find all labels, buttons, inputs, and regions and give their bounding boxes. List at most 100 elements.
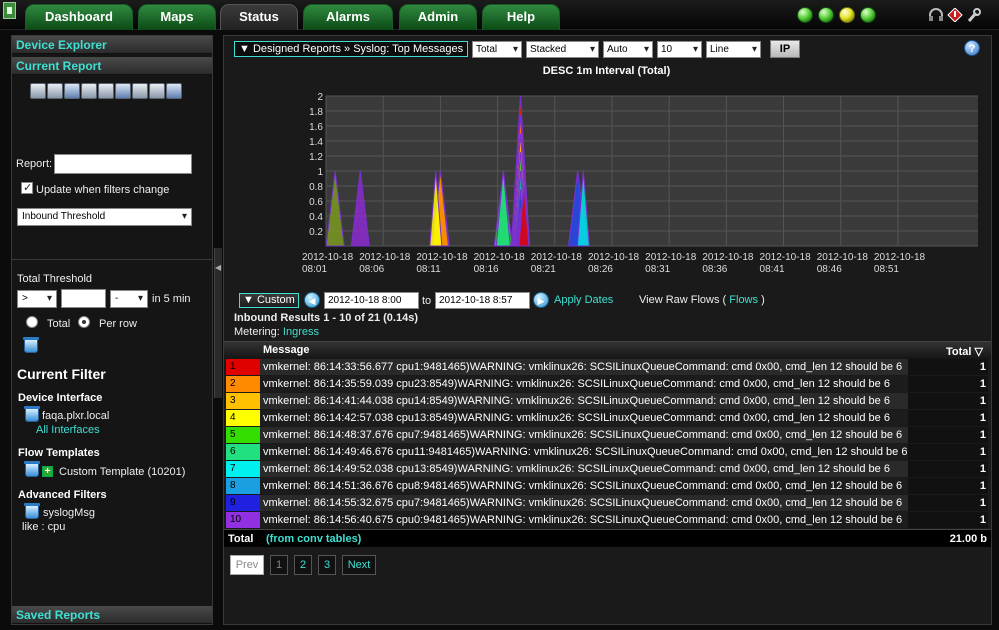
breadcrumb[interactable]: ▼ Designed Reports » Syslog: Top Message… (234, 41, 469, 57)
x-tick-label: 2012-10-18 (588, 252, 640, 263)
y-tick-label: 0.2 (309, 227, 323, 238)
trash-icon[interactable] (24, 406, 40, 422)
from-date-input[interactable] (324, 292, 419, 309)
ip-button[interactable]: IP (770, 40, 800, 58)
y-tick-label: 0.8 (309, 182, 323, 193)
table-row[interactable]: 10 vmkernel: 86:14:56:40.675 cpu0:9481465… (224, 512, 991, 529)
table-row[interactable]: 9 vmkernel: 86:14:55:32.675 cpu7:9481465)… (224, 495, 991, 512)
sidebar-collapse-handle[interactable] (214, 248, 222, 398)
pdf-icon[interactable] (166, 83, 182, 99)
table-row[interactable]: 8 vmkernel: 86:14:51:36.676 cpu8:9481465)… (224, 478, 991, 495)
count-select[interactable]: 10 (657, 41, 702, 58)
export-icon[interactable] (115, 83, 131, 99)
trash-icon[interactable] (24, 503, 40, 519)
csv-icon[interactable] (149, 83, 165, 99)
saved-reports-header[interactable]: Saved Reports (12, 606, 212, 624)
x-axis-ticks: 2012-10-1808:012012-10-1808:062012-10-18… (302, 252, 926, 275)
tab-alarms[interactable]: Alarms (303, 4, 393, 30)
table-row[interactable]: 5 vmkernel: 86:14:48:37.676 cpu7:9481465)… (224, 427, 991, 444)
tab-dashboard[interactable]: Dashboard (25, 4, 133, 30)
current-report-header[interactable]: Current Report (12, 57, 212, 75)
link-icon[interactable] (30, 83, 46, 99)
threshold-value-input[interactable] (61, 289, 106, 308)
chart-type-select[interactable]: Line (706, 41, 761, 58)
table-row[interactable]: 3 vmkernel: 86:14:41:44.038 cpu14:8549)WA… (224, 393, 991, 410)
raw-flows-link[interactable]: Flows (729, 294, 758, 306)
total-source: (from conv tables) (266, 533, 362, 545)
table-row[interactable]: 6 vmkernel: 86:14:49:46.676 cpu11:9481465… (224, 444, 991, 461)
unit-select[interactable]: - (110, 290, 148, 308)
radio-total[interactable] (26, 316, 38, 328)
update-checkbox[interactable] (21, 181, 33, 194)
radio-per-row[interactable] (78, 316, 90, 328)
trash-icon[interactable] (23, 337, 39, 353)
row-message[interactable]: vmkernel: 86:14:41:44.038 cpu14:8549)WAR… (260, 393, 908, 409)
to-date-input[interactable] (435, 292, 530, 309)
custom-range-button[interactable]: ▼ Custom (239, 293, 299, 308)
aggregate-select[interactable]: Total (472, 41, 522, 58)
status-indicator-icon[interactable] (818, 7, 834, 23)
apply-dates-link[interactable]: Apply Dates (554, 294, 613, 306)
report-name-input[interactable] (54, 154, 192, 174)
operator-select[interactable]: > (17, 290, 57, 308)
device-explorer-header[interactable]: Device Explorer (12, 36, 212, 54)
row-rank: 1 (226, 359, 260, 375)
column-total[interactable]: Total ▽ (946, 345, 983, 358)
report-type-select[interactable]: Inbound Threshold (17, 208, 192, 226)
save-as-icon[interactable] (64, 83, 80, 99)
row-message[interactable]: vmkernel: 86:14:33:56.677 cpu1:9481465)W… (260, 359, 908, 375)
next-range-icon[interactable]: ▶ (533, 292, 549, 308)
x-tick-label: 2012-10-18 (817, 252, 869, 263)
chart-title: DESC 1m Interval (Total) (542, 65, 671, 77)
tab-admin[interactable]: Admin (399, 4, 477, 30)
row-message[interactable]: vmkernel: 86:14:49:52.038 cpu13:8549)WAR… (260, 461, 908, 477)
tab-maps[interactable]: Maps (138, 4, 216, 30)
page-button[interactable]: 1 (270, 555, 288, 575)
help-icon[interactable]: ? (964, 40, 980, 56)
page-button[interactable]: 3 (318, 555, 336, 575)
status-indicator-icon[interactable] (839, 7, 855, 23)
x-tick-label: 2012-10-18 (645, 252, 697, 263)
row-message[interactable]: vmkernel: 86:14:48:37.676 cpu7:9481465)W… (260, 427, 908, 443)
table-row[interactable]: 7 vmkernel: 86:14:49:52.038 cpu13:8549)WA… (224, 461, 991, 478)
x-tick-label: 08:01 (302, 264, 327, 275)
app-window: Dashboard Maps Status Alarms Admin Help … (0, 0, 999, 630)
scale-select[interactable]: Auto (603, 41, 653, 58)
save-icon[interactable] (47, 83, 63, 99)
page-button[interactable]: 2 (294, 555, 312, 575)
email-icon[interactable] (132, 83, 148, 99)
metering-value[interactable]: Ingress (283, 326, 319, 338)
status-indicator-icon[interactable] (797, 7, 813, 23)
row-rank: 5 (226, 427, 260, 443)
add-icon[interactable]: + (42, 466, 53, 477)
tab-help[interactable]: Help (482, 4, 560, 30)
status-indicator-icon[interactable] (860, 7, 876, 23)
table-row[interactable]: 4 vmkernel: 86:14:42:57.038 cpu13:8549)WA… (224, 410, 991, 427)
row-message[interactable]: vmkernel: 86:14:51:36.676 cpu8:9481465)W… (260, 478, 908, 494)
print-icon[interactable] (98, 83, 114, 99)
x-tick-label: 08:41 (760, 264, 785, 275)
logo-icon (3, 2, 16, 19)
row-message[interactable]: vmkernel: 86:14:55:32.675 cpu7:9481465)W… (260, 495, 908, 511)
table-row[interactable]: 2 vmkernel: 86:14:35:59.039 cpu23:8549)WA… (224, 376, 991, 393)
row-message[interactable]: vmkernel: 86:14:42:57.038 cpu13:8549)WAR… (260, 410, 908, 426)
report-label: Report: (16, 158, 53, 170)
prev-range-icon[interactable]: ◀ (304, 292, 320, 308)
headphones-icon[interactable] (928, 8, 944, 22)
tab-status[interactable]: Status (220, 4, 298, 30)
column-message[interactable]: Message (263, 344, 309, 356)
next-page-button[interactable]: Next (342, 555, 376, 575)
row-message[interactable]: vmkernel: 86:14:35:59.039 cpu23:8549)WAR… (260, 376, 908, 392)
row-message[interactable]: vmkernel: 86:14:49:46.676 cpu11:9481465)… (260, 444, 908, 460)
row-total: 1 (908, 393, 988, 409)
x-tick-label: 08:46 (817, 264, 842, 275)
alert-icon[interactable] (947, 8, 963, 22)
prev-page-button[interactable]: Prev (230, 555, 264, 575)
row-message[interactable]: vmkernel: 86:14:56:40.675 cpu0:9481465)W… (260, 512, 908, 528)
stack-mode-select[interactable]: Stacked (526, 41, 599, 58)
trash-icon[interactable] (24, 461, 40, 477)
tools-icon[interactable] (966, 8, 982, 22)
all-interfaces-link[interactable]: All Interfaces (36, 424, 100, 436)
schedule-icon[interactable] (81, 83, 97, 99)
table-row[interactable]: 1 vmkernel: 86:14:33:56.677 cpu1:9481465)… (224, 359, 991, 376)
